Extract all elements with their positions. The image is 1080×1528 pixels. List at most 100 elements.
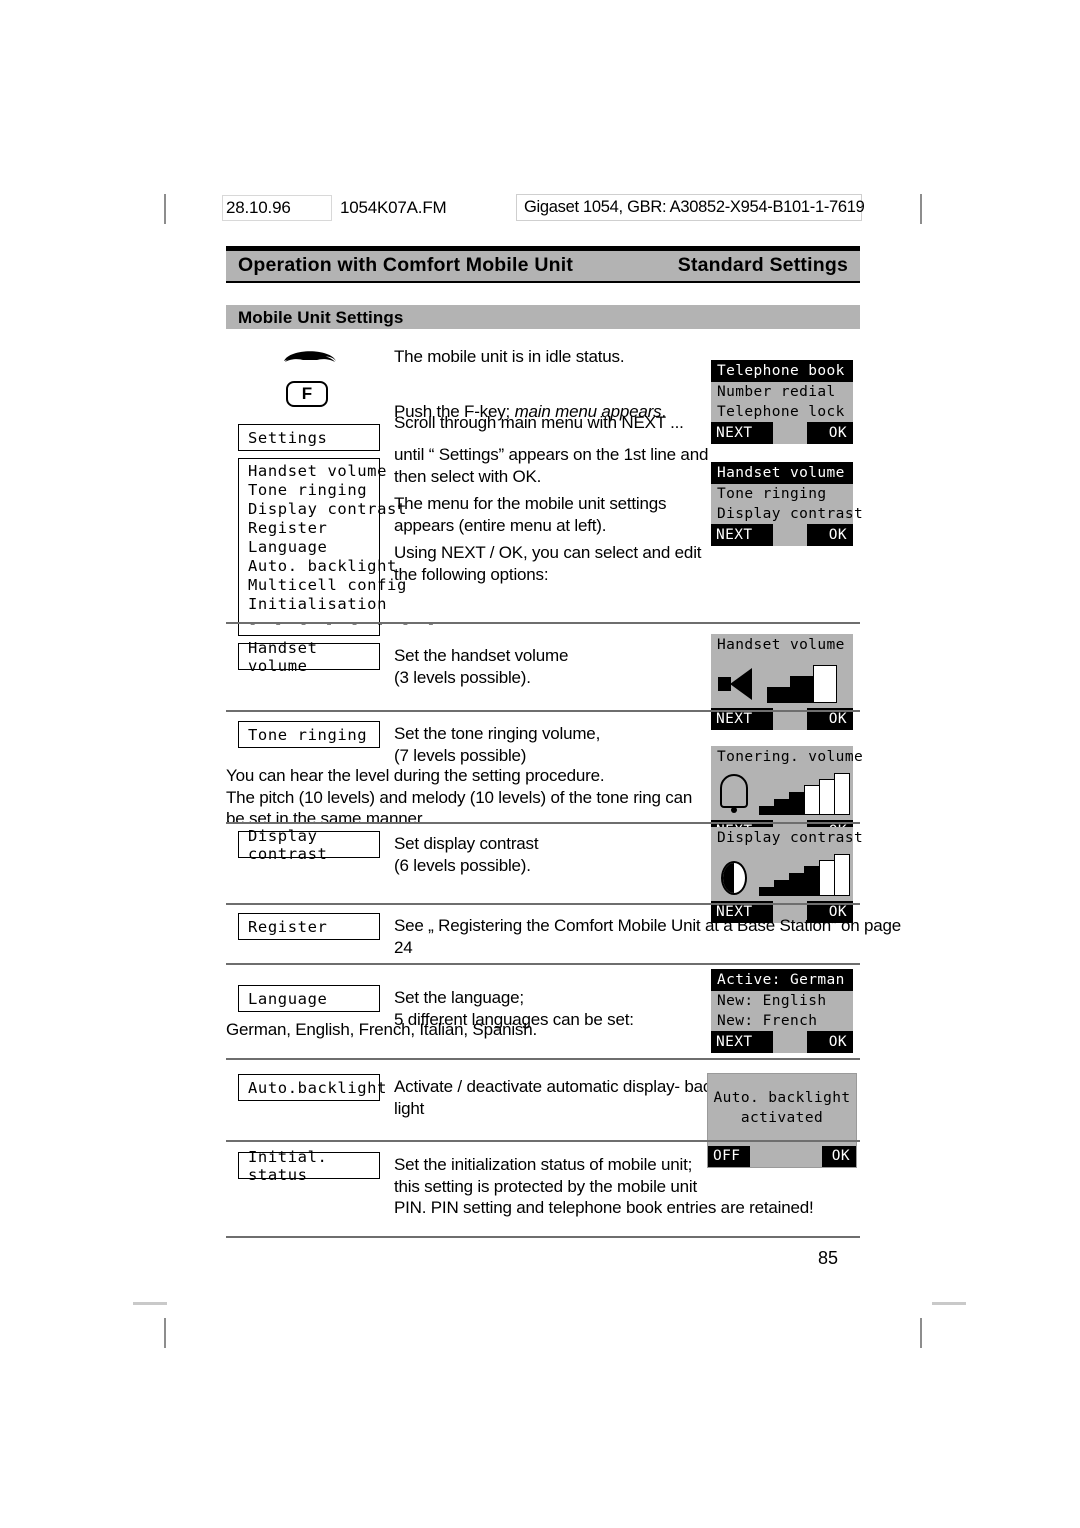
revision-date: 28.10.96 (226, 198, 291, 217)
source-filename: 1054K07A.FM (340, 198, 447, 217)
speaker-icon (718, 668, 752, 700)
level-bar (759, 806, 775, 815)
level-bar (789, 792, 805, 815)
level-bar (834, 773, 850, 815)
row-note-tone-ringing: You can hear the level during the settin… (226, 766, 693, 828)
page-number: 85 (818, 1248, 839, 1268)
display-line: Tone ringing (717, 486, 827, 502)
volume-graph (711, 656, 853, 708)
display-title: Handset volume (711, 634, 853, 656)
row-label-text: Initial. status (248, 1147, 328, 1184)
softkey-next[interactable]: NEXT (711, 524, 773, 546)
menu-item: Handset volume (248, 462, 388, 480)
level-bars (759, 771, 850, 815)
display-line: Auto. backlight (713, 1090, 851, 1106)
display-lines: Auto. backlight activated (708, 1074, 856, 1146)
display-line: New: English (717, 993, 827, 1009)
section-title: Mobile Unit Settings (238, 308, 404, 327)
row-label-text: Auto.backlight (248, 1078, 388, 1097)
settings-menu-list: Handset volume Tone ringing Display cont… (238, 458, 436, 636)
display-title: Active: German (711, 969, 853, 991)
softkey-ok[interactable]: OK (807, 1031, 853, 1053)
level-bar (759, 887, 775, 896)
menu-item: Language (248, 538, 328, 556)
crop-mark-bottom-left (164, 1318, 166, 1348)
menu-item: Initialisation (248, 595, 388, 613)
row-label-language: Language (238, 985, 380, 1012)
crop-mark-bottom-right (920, 1318, 922, 1348)
row-label-register: Register (238, 913, 380, 940)
section-divider (226, 903, 860, 905)
level-bar (774, 880, 790, 896)
section-divider (226, 963, 860, 965)
display-title: Handset volume (711, 462, 853, 484)
crop-mark-top-right (920, 194, 922, 224)
softkey-ok[interactable]: OK (822, 1146, 856, 1167)
section-divider (226, 622, 860, 624)
contrast-circle-icon (721, 861, 747, 895)
display-language: Active: German New: English New: French … (711, 969, 853, 1053)
display-softkeys: NEXT OK (711, 524, 853, 546)
display-line: Telephone lock (717, 404, 845, 420)
row-text-initial-status: Set the initialization status of mobile … (394, 1155, 814, 1217)
display-title: Telephone book (711, 360, 853, 382)
row-note-language: German, English, French, Italian, Spanis… (226, 1020, 537, 1039)
page-meta: 28.10.96 1054K07A.FM Gigaset 1054, GBR: … (222, 194, 865, 222)
level-bars (767, 659, 839, 703)
display-title: Display contrast (711, 827, 863, 849)
softkey-next[interactable]: NEXT (711, 1031, 773, 1053)
display-contrast-panel: Display contrast NEXT OK (711, 827, 863, 923)
row-text-auto-backlight: Activate / deactivate automatic display-… (394, 1077, 725, 1118)
section-divider (226, 822, 860, 824)
row-label-handset-volume: Handset volume (238, 639, 380, 675)
volume-graph (711, 768, 853, 820)
menu-item: Auto. backlight (248, 557, 397, 575)
intro-para-1: until “ Settings” appears on the 1st lin… (394, 445, 709, 486)
softkey-ok[interactable]: OK (807, 524, 853, 546)
display-softkeys: NEXT OK (711, 422, 853, 444)
softkey-next[interactable]: NEXT (711, 422, 773, 444)
row-label-text: Register (248, 917, 328, 936)
level-bar (819, 779, 835, 815)
level-bar (813, 665, 837, 703)
level-bar (789, 873, 805, 896)
row-text-register: See „ Registering the Comfort Mobile Uni… (394, 916, 902, 957)
intro-line-scroll: Scroll through main menu with NEXT ... (394, 413, 684, 432)
display-lines: New: English New: French (711, 991, 853, 1031)
display-settings-menu: Handset volume Tone ringing Display cont… (711, 462, 864, 546)
settings-label-text: Settings (248, 428, 328, 447)
row-label-text: Handset volume (248, 638, 318, 675)
display-line: New: French (717, 1013, 818, 1029)
display-line: Display contrast (717, 506, 864, 522)
softkey-ok[interactable]: OK (807, 422, 853, 444)
row-text-handset-volume: Set the handset volume (3 levels possibl… (394, 646, 569, 687)
crop-mark-rule-left (133, 1302, 167, 1305)
document-id-box: Gigaset 1054, GBR: A30852-X954-B101-1-76… (516, 194, 865, 221)
handset-idle-icon (282, 346, 338, 368)
row-text-tone-ringing: Set the tone ringing volume, (7 levels p… (394, 724, 601, 765)
document-id: Gigaset 1054, GBR: A30852-X954-B101-1-76… (524, 198, 865, 216)
level-bars (759, 852, 850, 896)
intro-line-idle: The mobile unit is in idle status. (394, 347, 625, 366)
row-label-text: Language (248, 989, 328, 1008)
settings-label-box: Settings (238, 424, 380, 451)
level-bar (790, 676, 814, 703)
menu-item: Display contrast (248, 500, 407, 518)
contrast-graph (711, 849, 853, 901)
row-label-display-contrast: Display contrast (238, 827, 380, 863)
level-bar (804, 785, 820, 815)
footer-divider (226, 1236, 860, 1238)
level-bar (834, 854, 850, 896)
display-handset-volume: Handset volume NEXT OK (711, 634, 853, 730)
level-bar (804, 866, 820, 896)
row-label-tone-ringing: Tone ringing (238, 721, 380, 748)
level-bar (767, 687, 791, 703)
level-bar (774, 799, 790, 815)
menu-item: Multicell config (248, 576, 407, 594)
menu-item: Tone ringing (248, 481, 368, 499)
display-title: Tonering. volume (711, 746, 863, 768)
running-head-right: Standard Settings (677, 254, 848, 276)
document-page: 28.10.96 1054K07A.FM Gigaset 1054, GBR: … (0, 0, 1080, 1528)
section-title-band: Mobile Unit Settings (226, 305, 860, 329)
menu-item: Register (248, 519, 328, 537)
